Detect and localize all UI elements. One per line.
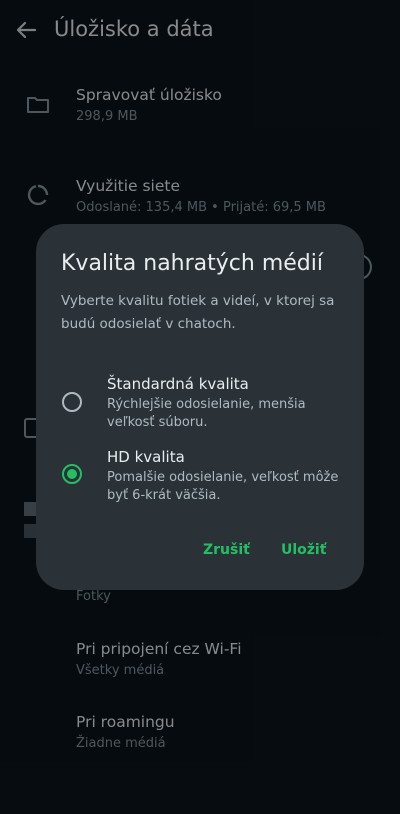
dialog-title: Kvalita nahratých médií: [61, 251, 323, 276]
media-quality-dialog: Kvalita nahratých médií Vyberte kvalitu …: [36, 224, 364, 590]
cancel-button[interactable]: Zrušiť: [203, 542, 250, 558]
standard-quality-radio[interactable]: [62, 392, 82, 412]
hd-quality-title: HD kvalita: [107, 448, 185, 466]
dialog-description: Vyberte kvalitu fotiek a videí, v ktorej…: [61, 293, 335, 332]
hd-quality-subtitle: Pomalšie odosielanie, veľkosť môže byť 6…: [107, 470, 339, 503]
standard-quality-subtitle: Rýchlejšie odosielanie, menšia veľkosť s…: [107, 397, 306, 430]
standard-quality-title: Štandardná kvalita: [107, 375, 249, 393]
save-button[interactable]: Uložiť: [281, 542, 326, 558]
screen: Úložisko a dáta Spravovať úložisko 298,9…: [0, 0, 400, 814]
standard-quality-option[interactable]: Štandardná kvalita Rýchlejšie odosielani…: [36, 370, 364, 434]
hd-quality-radio[interactable]: [62, 464, 82, 484]
hd-quality-option[interactable]: HD kvalita Pomalšie odosielanie, veľkosť…: [36, 444, 364, 508]
